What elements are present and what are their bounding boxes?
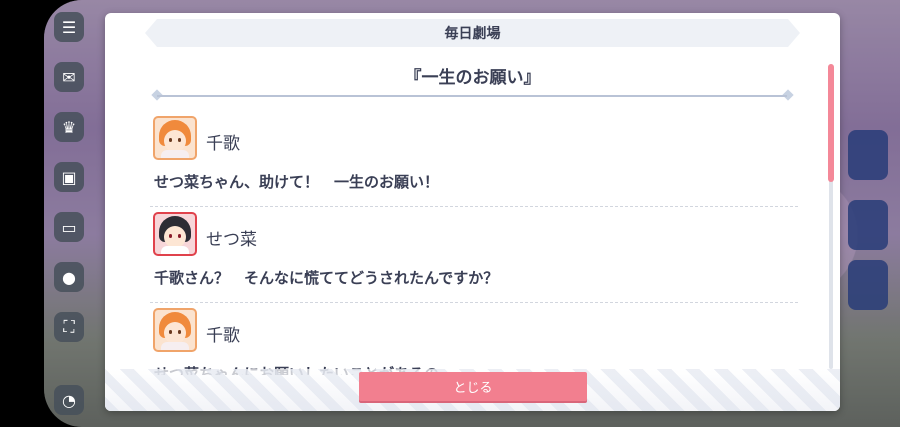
story-title: 『一生のお願い』 <box>404 68 541 88</box>
chika-avatar <box>153 116 197 160</box>
speaker-name: せつ菜 <box>206 230 257 250</box>
medal-icon[interactable]: ● <box>54 262 84 292</box>
side-button-1[interactable] <box>848 130 888 180</box>
trophy-icon[interactable]: ♛ <box>54 112 84 142</box>
daily-theater-dialog: 毎日劇場 『一生のお願い』 千歌 せつ菜ちゃん、助けて！ 一生のお願い！ せつ菜… <box>105 13 840 411</box>
setsuna-avatar <box>153 212 197 256</box>
speaker-name: 千歌 <box>206 326 240 346</box>
chat-icon[interactable]: ✉ <box>54 62 84 92</box>
dialogue-text: 千歌さん？ そんなに慌ててどうされたんですか？ <box>154 269 499 287</box>
profile-icon[interactable]: ◔ <box>54 385 84 415</box>
chika-avatar <box>153 308 197 352</box>
title-divider <box>157 95 787 97</box>
dialogue-entry: 千歌 せつ菜ちゃん、助けて！ 一生のお願い！ <box>150 113 798 207</box>
gift-icon[interactable]: ▣ <box>54 162 84 192</box>
dialogue-list[interactable]: 千歌 せつ菜ちゃん、助けて！ 一生のお願い！ せつ菜 千歌さん？ そんなに慌てて… <box>150 113 798 375</box>
speaker-name: 千歌 <box>206 134 240 154</box>
scrollbar-thumb[interactable] <box>828 64 834 182</box>
monitor-icon[interactable]: ▭ <box>54 212 84 242</box>
side-button-3[interactable] <box>848 260 888 310</box>
dialogue-entry: 千歌 せつ菜ちゃんにお願いしたいことがあるの <box>150 305 798 375</box>
side-button-2[interactable] <box>848 200 888 250</box>
close-button[interactable]: とじる <box>359 372 587 401</box>
fullscreen-icon[interactable]: ⛶ <box>54 312 84 342</box>
menu-icon[interactable]: ☰ <box>54 12 84 42</box>
dialogue-text: せつ菜ちゃん、助けて！ 一生のお願い！ <box>154 173 440 191</box>
dialogue-entry: せつ菜 千歌さん？ そんなに慌ててどうされたんですか？ <box>150 209 798 303</box>
dialog-header: 毎日劇場 <box>145 19 800 47</box>
